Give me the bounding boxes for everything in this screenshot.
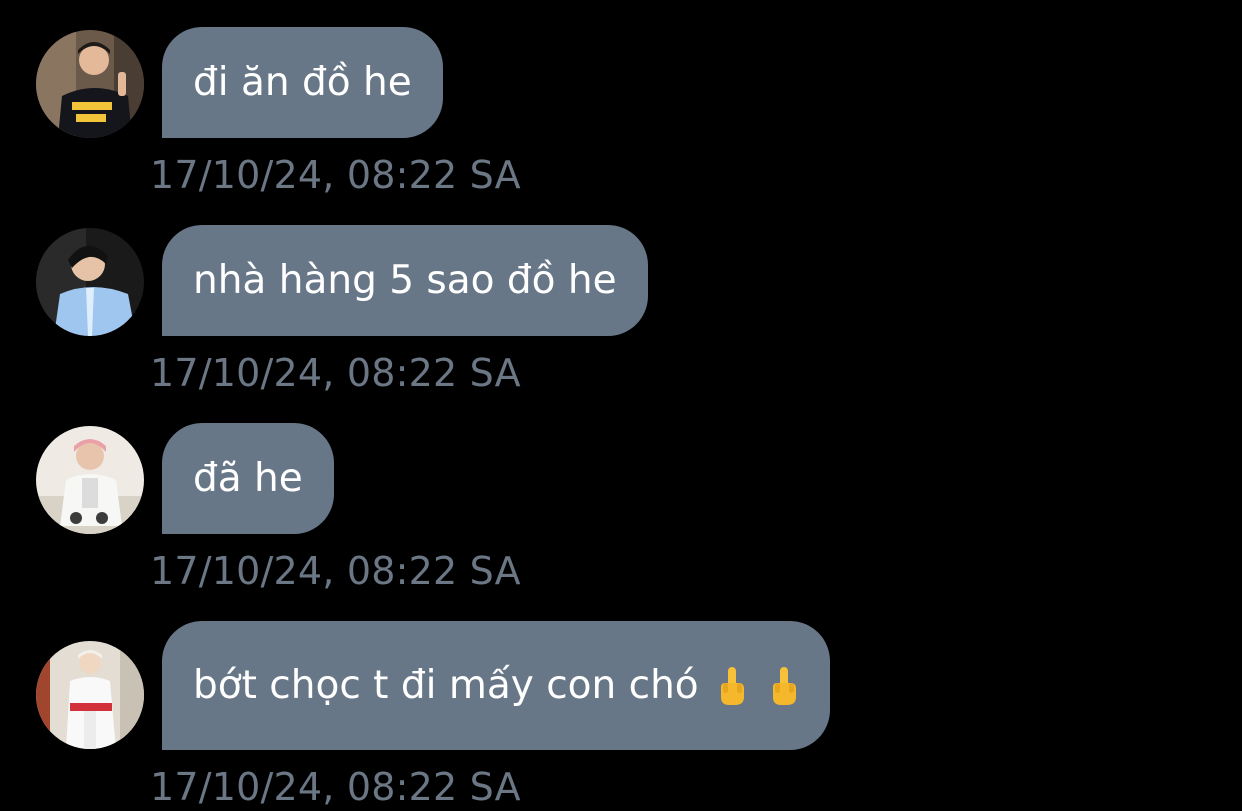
message-bubble[interactable]: đã he	[162, 423, 334, 534]
sender-avatar[interactable]	[36, 426, 144, 534]
message-text: bớt chọc t đi mấy con chó	[193, 663, 699, 708]
message-text: nhà hàng 5 sao đồ he	[193, 258, 617, 303]
chat-thread: đi ăn đồ he 17/10/24, 08:22 SA nhà hàng …	[0, 0, 1242, 811]
message-text: đã he	[193, 456, 303, 501]
sender-avatar[interactable]	[36, 30, 144, 138]
message-bubble[interactable]: đi ăn đồ he	[162, 27, 443, 138]
message-text: đi ăn đồ he	[193, 60, 412, 105]
message-timestamp: 17/10/24, 08:22 SA	[150, 549, 521, 593]
middle-finger-emoji	[717, 665, 747, 707]
message-bubble[interactable]: bớt chọc t đi mấy con chó	[162, 621, 830, 750]
sender-avatar[interactable]	[36, 641, 144, 749]
message-bubble[interactable]: nhà hàng 5 sao đồ he	[162, 225, 648, 336]
user-avatar-photo-2	[36, 228, 144, 336]
message-timestamp: 17/10/24, 08:22 SA	[150, 765, 521, 809]
user-avatar-photo-3	[36, 426, 144, 534]
user-avatar-photo-4	[36, 641, 144, 749]
user-avatar-photo-1	[36, 30, 144, 138]
message-timestamp: 17/10/24, 08:22 SA	[150, 351, 521, 395]
sender-avatar[interactable]	[36, 228, 144, 336]
middle-finger-emoji	[769, 665, 799, 707]
message-timestamp: 17/10/24, 08:22 SA	[150, 153, 521, 197]
